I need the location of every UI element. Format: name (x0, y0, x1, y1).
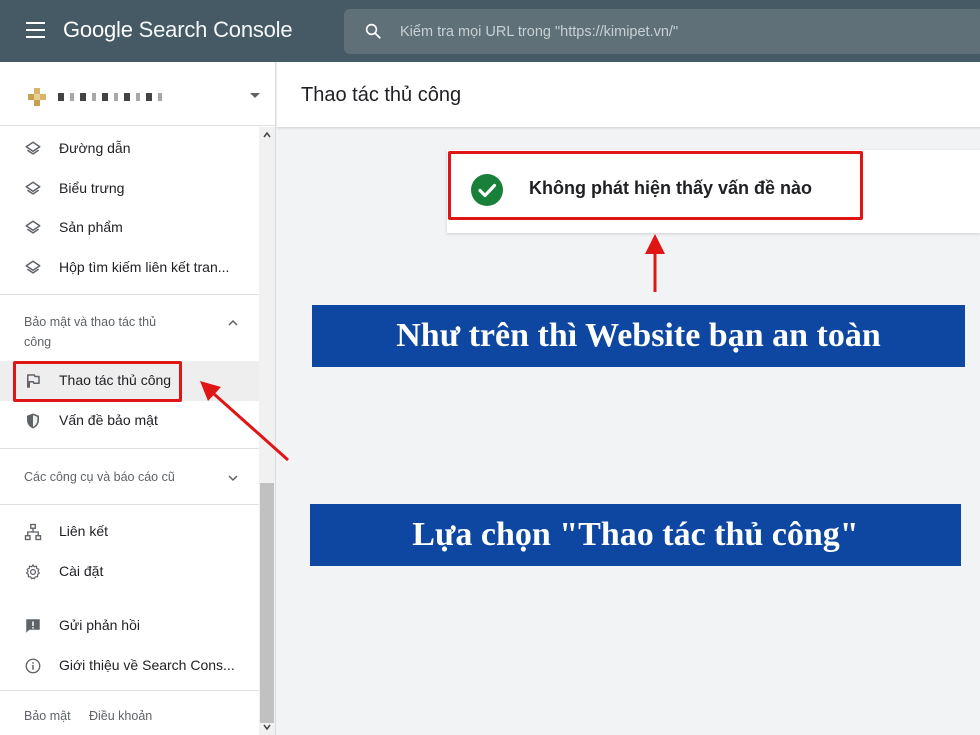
layers-icon (25, 141, 41, 155)
layers-icon (25, 220, 41, 234)
sidebar-item-label: Cài đặt (59, 563, 104, 579)
sidebar-item-breadcrumbs[interactable]: Đường dẫn (0, 129, 259, 169)
divider (0, 294, 259, 295)
sidebar-item-label: Giới thiệu về Search Cons... (59, 657, 235, 673)
page-title: Thao tác thủ công (301, 84, 462, 106)
chevron-down-icon (228, 475, 238, 482)
section-security-manual-actions[interactable]: Bảo mật và thao tác thủ công (0, 312, 259, 356)
section-title: Các công cụ và báo cáo cũ (24, 470, 175, 484)
search-icon[interactable] (364, 22, 382, 40)
sidebar-item-links[interactable]: Liên kết (0, 512, 259, 552)
scroll-up-arrow-icon[interactable] (263, 131, 271, 139)
sidebar-item-label: Đường dẫn (59, 140, 131, 156)
sidebar-item-label: Liên kết (59, 523, 109, 539)
sidebar-item-feedback[interactable]: Gửi phản hồi (0, 606, 259, 646)
highlight-box-manual-actions (13, 361, 182, 402)
url-inspection-search (344, 9, 980, 54)
brand-product: Search Console (138, 17, 293, 42)
divider (0, 690, 259, 691)
divider (0, 448, 259, 449)
app-logo[interactable]: Google Search Console (63, 17, 293, 43)
sidebar-scrollbar[interactable] (259, 127, 275, 735)
annotation-banner-safe: Như trên thì Website bạn an toàn (312, 305, 965, 367)
sidebar-item-label: Gửi phản hồi (59, 617, 140, 633)
footer-terms-link[interactable]: Điều khoản (89, 709, 152, 723)
layers-icon (25, 260, 41, 274)
arrow-up-to-status (645, 234, 665, 292)
top-app-bar: Google Search Console (0, 0, 980, 62)
info-icon (25, 658, 41, 674)
sidebar-item-label: Vấn đề bảo mật (59, 412, 158, 428)
sidebar-item-label: Biểu trưng (59, 180, 125, 196)
chevron-up-icon (228, 319, 238, 326)
sidebar-item-settings[interactable]: Cài đặt (0, 552, 259, 592)
sitemap-icon (24, 523, 42, 541)
page-header: Thao tác thủ công (277, 62, 980, 128)
scrollbar-thumb[interactable] (260, 483, 274, 723)
highlight-box-status (448, 151, 863, 220)
property-favicon-icon (28, 88, 46, 106)
dropdown-caret-icon[interactable] (250, 93, 260, 98)
layers-icon (25, 181, 41, 195)
hamburger-menu-icon[interactable] (26, 22, 45, 38)
section-title: Bảo mật và thao tác thủ công (24, 315, 157, 349)
section-legacy-tools[interactable]: Các công cụ và báo cáo cũ (0, 465, 259, 491)
search-input[interactable] (400, 9, 960, 54)
sidebar-item-about[interactable]: Giới thiệu về Search Cons... (0, 646, 259, 686)
feedback-icon (26, 619, 40, 633)
annotation-banner-select: Lựa chọn "Thao tác thủ công" (310, 504, 961, 566)
property-name-redacted (58, 93, 168, 101)
sidebar-item-logos[interactable]: Biểu trưng (0, 169, 259, 209)
scroll-down-arrow-icon[interactable] (263, 723, 271, 731)
sidebar-item-sitelinks-searchbox[interactable]: Hộp tìm kiếm liên kết tran... (0, 248, 259, 288)
brand-google: Google (63, 17, 133, 42)
divider (0, 504, 259, 505)
sidebar-item-label: Sản phẩm (59, 219, 123, 235)
sidebar-item-label: Hộp tìm kiếm liên kết tran... (59, 259, 230, 275)
sidebar-item-security-issues[interactable]: Vấn đề bảo mật (0, 401, 259, 441)
property-selector[interactable] (0, 62, 275, 126)
gear-icon (26, 564, 40, 580)
sidebar-item-products[interactable]: Sản phẩm (0, 208, 259, 248)
sidebar-nav: Đường dẫn Biểu trưng Sản phẩm Hộp tìm ki… (0, 127, 259, 735)
shield-icon (27, 413, 39, 429)
footer-privacy-link[interactable]: Bảo mật (24, 709, 71, 723)
